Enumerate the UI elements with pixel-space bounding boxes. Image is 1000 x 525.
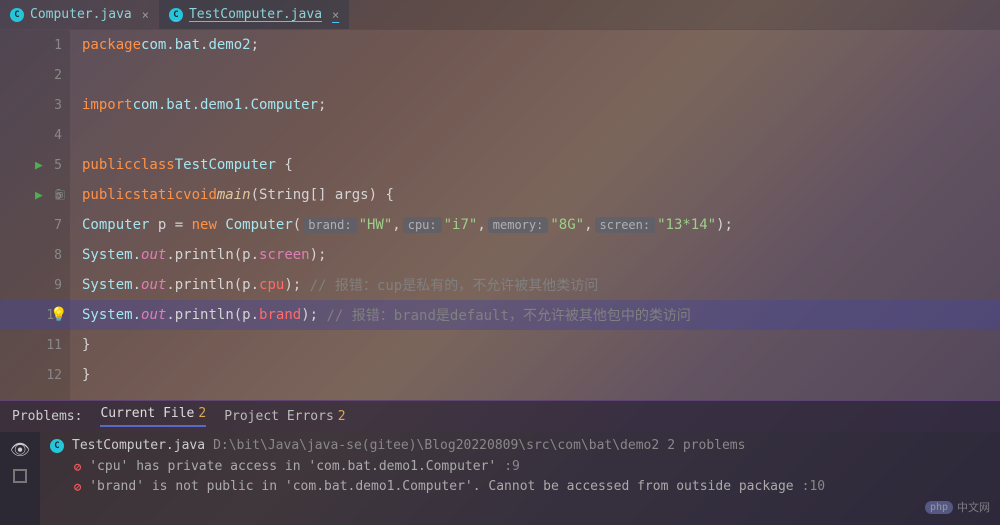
problems-label: Problems: (12, 409, 82, 424)
tab-testcomputer-java[interactable]: C TestComputer.java × (159, 0, 349, 29)
stop-icon[interactable] (13, 469, 27, 483)
problem-text: 'cpu' has private access in 'com.bat.dem… (89, 459, 496, 474)
code-line: Computer p = new Computer(brand:"HW", cp… (70, 210, 1000, 240)
problem-file-path: D:\bit\Java\java-se(gitee)\Blog20220809\… (213, 438, 659, 453)
problem-row[interactable]: ⊘ 'cpu' has private access in 'com.bat.d… (50, 459, 990, 474)
code-editor[interactable]: package com.bat.demo2; import com.bat.de… (70, 30, 1000, 400)
code-line: package com.bat.demo2; (70, 30, 1000, 60)
line-number: 4 (34, 128, 62, 143)
php-logo-icon: php (925, 501, 953, 514)
line-number: 1 (34, 38, 62, 53)
close-icon[interactable]: × (332, 8, 339, 22)
problem-file-name: TestComputer.java (72, 438, 205, 453)
line-number: 11 (34, 338, 62, 353)
error-icon: ⊘ (74, 460, 81, 474)
watermark: php 中文网 (925, 499, 990, 515)
problem-text: 'brand' is not public in 'com.bat.demo1.… (89, 479, 793, 494)
problems-sidebar: 👁 (0, 432, 40, 525)
line-number: 9 (34, 278, 62, 293)
problems-panel-header: Problems: Current File2 Project Errors2 (0, 400, 1000, 432)
problem-line-ref: :9 (504, 459, 520, 474)
code-line: } (70, 360, 1000, 390)
close-icon[interactable]: × (142, 8, 149, 22)
code-line: System.out.println(p.brand); // 报错：brand… (70, 300, 1000, 330)
code-line (70, 60, 1000, 90)
problem-line-ref: :10 (802, 479, 825, 494)
java-class-icon: C (10, 8, 24, 22)
code-line: import com.bat.demo1.Computer; (70, 90, 1000, 120)
run-gutter-icon[interactable]: ▶ (35, 188, 43, 203)
line-number: 8 (34, 248, 62, 263)
tab-label: Computer.java (30, 7, 132, 22)
code-line: System.out.println(p.screen); (70, 240, 1000, 270)
error-icon: ⊘ (74, 480, 81, 494)
param-hint: screen: (595, 217, 656, 233)
problem-file-row[interactable]: C TestComputer.java D:\bit\Java\java-se(… (50, 438, 990, 453)
problems-tab-current-file[interactable]: Current File2 (100, 406, 206, 427)
tab-computer-java[interactable]: C Computer.java × (0, 0, 159, 29)
line-number: 12 (34, 368, 62, 383)
eye-icon[interactable]: 👁 (10, 440, 30, 459)
param-hint: brand: (303, 217, 356, 233)
tab-label: TestComputer.java (189, 7, 322, 22)
fold-icon[interactable]: ⊟ (55, 190, 65, 200)
code-line: System.out.println(p.cpu); // 报错：cup是私有的… (70, 270, 1000, 300)
intention-bulb-icon[interactable]: 💡 (50, 307, 67, 323)
code-line: public class TestComputer { (70, 150, 1000, 180)
line-number: 7 (34, 218, 62, 233)
problems-tab-project-errors[interactable]: Project Errors2 (224, 409, 345, 424)
problems-file-count: 2 problems (667, 438, 745, 453)
param-hint: memory: (488, 217, 549, 233)
problems-content: C TestComputer.java D:\bit\Java\java-se(… (40, 432, 1000, 525)
gutter: 1 2 3 4 5▶ 6▶⊟ 7 8 9 10💡 11 12 (0, 30, 70, 400)
line-number: 3 (34, 98, 62, 113)
editor-area: 1 2 3 4 5▶ 6▶⊟ 7 8 9 10💡 11 12 package c… (0, 30, 1000, 400)
code-line: public static void main(String[] args) { (70, 180, 1000, 210)
problems-panel-body: 👁 C TestComputer.java D:\bit\Java\java-s… (0, 432, 1000, 525)
param-hint: cpu: (403, 217, 442, 233)
code-line (70, 120, 1000, 150)
run-gutter-icon[interactable]: ▶ (35, 158, 43, 173)
code-line: } (70, 330, 1000, 360)
java-class-icon: C (50, 439, 64, 453)
line-number: 2 (34, 68, 62, 83)
java-class-icon: C (169, 8, 183, 22)
editor-tab-bar: C Computer.java × C TestComputer.java × (0, 0, 1000, 30)
problem-row[interactable]: ⊘ 'brand' is not public in 'com.bat.demo… (50, 479, 990, 494)
watermark-text: 中文网 (957, 499, 990, 515)
